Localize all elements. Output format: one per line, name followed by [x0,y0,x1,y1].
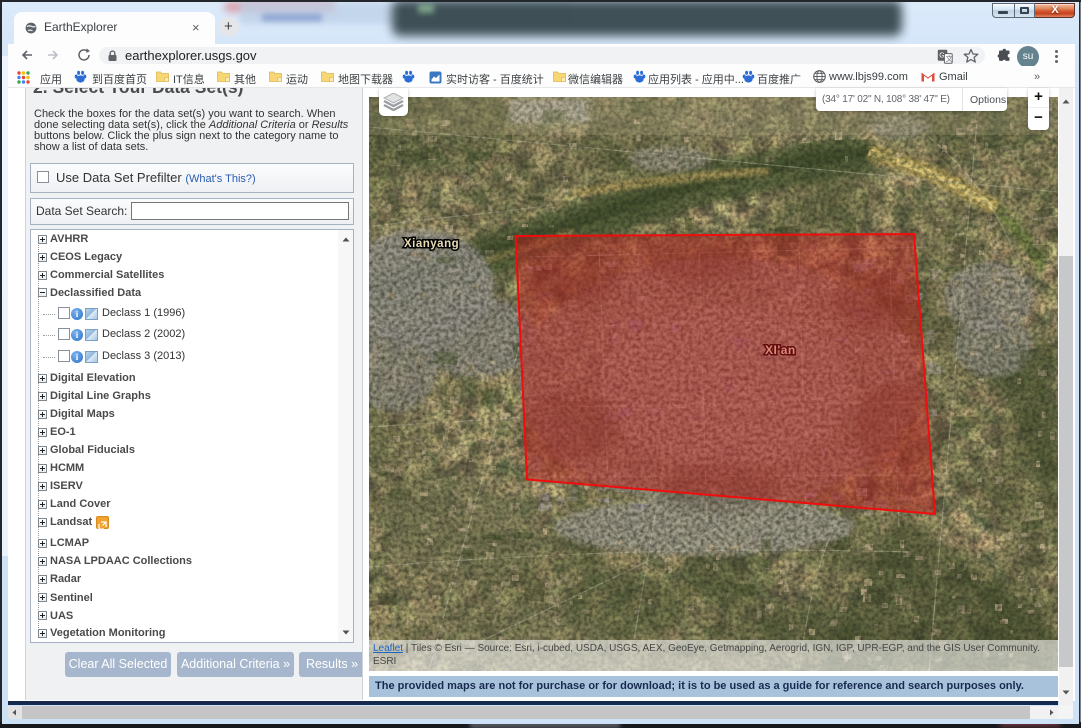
svg-text:Xianyang: Xianyang [404,238,459,250]
svg-text:文: 文 [946,54,953,63]
